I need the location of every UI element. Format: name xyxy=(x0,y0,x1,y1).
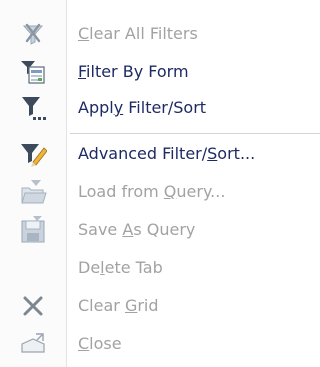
clear-grid-icon xyxy=(19,292,47,320)
menu-item-close[interactable]: Close xyxy=(0,326,320,362)
apply-filter-icon xyxy=(19,94,47,122)
menu-item-load-from-query[interactable]: Load from Query... xyxy=(0,174,320,210)
menu-item-delete-tab[interactable]: Delete Tab xyxy=(0,250,320,286)
menu-item-save-as-query[interactable]: Save As Query xyxy=(0,212,320,248)
advanced-filter-menu: Clear All Filters Filter By Form Apply F… xyxy=(0,0,320,367)
menu-item-advanced-filter-sort[interactable]: Advanced Filter/Sort... xyxy=(0,136,320,172)
advanced-filter-icon xyxy=(19,140,47,168)
menu-item-clear-grid[interactable]: Clear Grid xyxy=(0,288,320,324)
menu-item-filter-by-form[interactable]: Filter By Form xyxy=(0,54,320,90)
menu-separator xyxy=(70,133,320,134)
clear-filter-icon xyxy=(19,20,47,48)
save-query-icon xyxy=(19,216,47,244)
menu-item-clear-all-filters[interactable]: Clear All Filters xyxy=(0,16,320,52)
menu-item-apply-filter-sort[interactable]: Apply Filter/Sort xyxy=(0,90,320,126)
load-query-icon xyxy=(19,178,47,206)
close-window-icon xyxy=(19,330,47,358)
filter-by-form-icon xyxy=(19,58,47,86)
